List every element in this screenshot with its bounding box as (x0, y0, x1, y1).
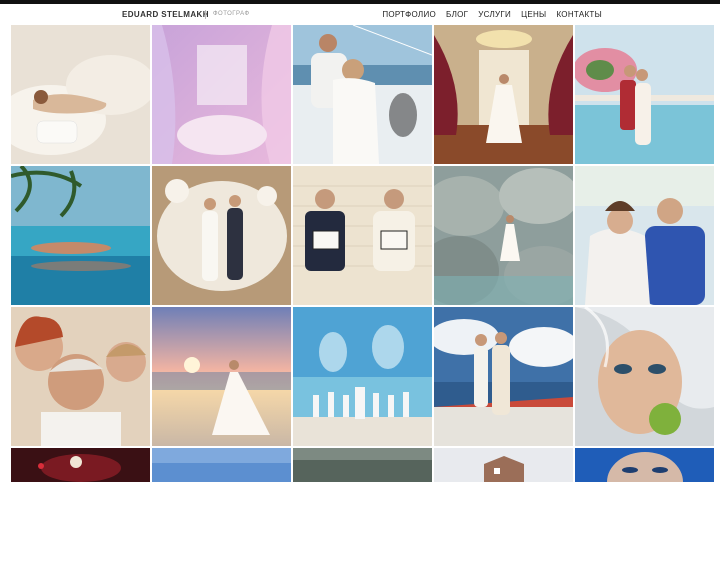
brand-separator (205, 10, 206, 19)
main-nav: ПОРТФОЛИО БЛОГ УСЛУГИ ЦЕНЫ КОНТАКТЫ (382, 10, 602, 19)
nav-contacts[interactable]: КОНТАКТЫ (556, 10, 602, 19)
photo-19-image (434, 448, 573, 482)
photo-tile-19[interactable] (434, 448, 573, 482)
photo-13-image (293, 307, 432, 446)
photo-tile-1[interactable] (11, 25, 150, 164)
photo-tile-5[interactable] (575, 25, 714, 164)
photo-5-image (575, 25, 714, 164)
nav-prices[interactable]: ЦЕНЫ (521, 10, 546, 19)
photo-tile-15[interactable] (575, 307, 714, 446)
photo-20-image (575, 448, 714, 482)
brand-logo[interactable]: EDUARD STELMAKH (122, 10, 209, 19)
photo-tile-4[interactable] (434, 25, 573, 164)
photo-1-image (11, 25, 150, 164)
photo-tile-7[interactable] (152, 166, 291, 305)
photo-16-image (11, 448, 150, 482)
photo-14-image (434, 307, 573, 446)
photo-grid (11, 25, 714, 587)
nav-services[interactable]: УСЛУГИ (478, 10, 511, 19)
photo-tile-12[interactable] (152, 307, 291, 446)
photo-8-image (293, 166, 432, 305)
photo-4-image (434, 25, 573, 164)
photo-2-image (152, 25, 291, 164)
photo-7-image (152, 166, 291, 305)
photo-tile-14[interactable] (434, 307, 573, 446)
photo-tile-10[interactable] (575, 166, 714, 305)
nav-blog[interactable]: БЛОГ (446, 10, 468, 19)
photo-tile-2[interactable] (152, 25, 291, 164)
nav-portfolio[interactable]: ПОРТФОЛИО (382, 10, 436, 19)
photo-tile-16[interactable] (11, 448, 150, 482)
photo-17-image (152, 448, 291, 482)
photo-tile-17[interactable] (152, 448, 291, 482)
photo-tile-6[interactable] (11, 166, 150, 305)
photo-10-image (575, 166, 714, 305)
photo-12-image (152, 307, 291, 446)
photo-tile-13[interactable] (293, 307, 432, 446)
photo-tile-9[interactable] (434, 166, 573, 305)
photo-18-image (293, 448, 432, 482)
photo-9-image (434, 166, 573, 305)
brand-subtitle: ФОТОГРАФ (213, 11, 250, 17)
photo-6-image (11, 166, 150, 305)
photo-tile-8[interactable] (293, 166, 432, 305)
photo-tile-11[interactable] (11, 307, 150, 446)
photo-11-image (11, 307, 150, 446)
photo-15-image (575, 307, 714, 446)
photo-3-image (293, 25, 432, 164)
photo-tile-18[interactable] (293, 448, 432, 482)
site-header: EDUARD STELMAKH ФОТОГРАФ ПОРТФОЛИО БЛОГ … (0, 4, 720, 25)
photo-tile-20[interactable] (575, 448, 714, 482)
photo-tile-3[interactable] (293, 25, 432, 164)
